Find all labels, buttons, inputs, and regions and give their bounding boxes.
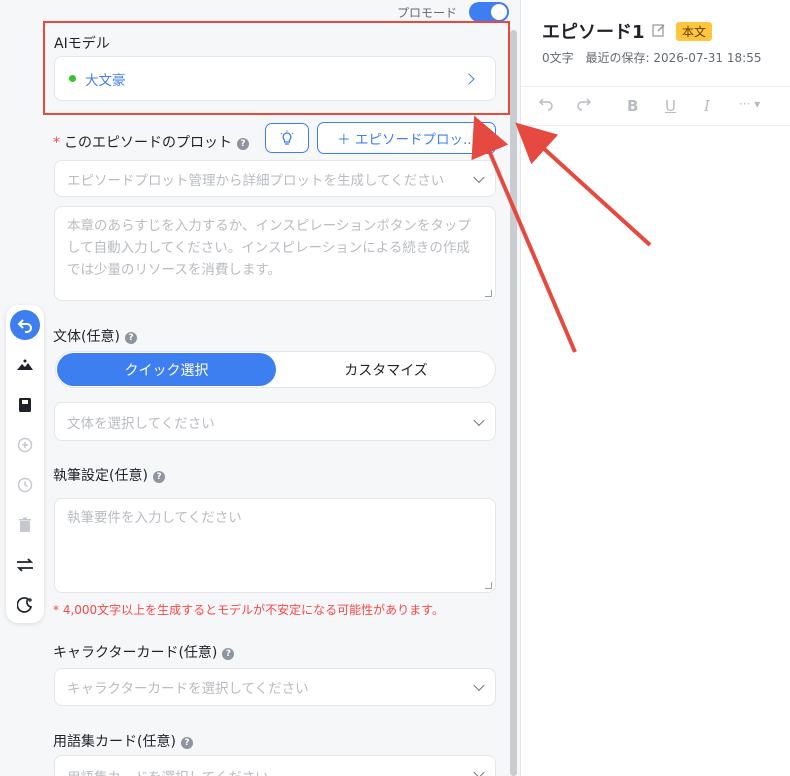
last-saved: 最近の保存: 2026-07-31 18:55 xyxy=(585,51,762,65)
italic-icon[interactable]: I xyxy=(704,97,710,115)
plot-label: * このエピソードのプロット? xyxy=(53,132,249,152)
pro-mode-label: プロモード xyxy=(397,6,458,20)
chevron-down-icon xyxy=(473,679,485,692)
moon-icon[interactable] xyxy=(10,590,40,620)
pro-mode-toggle[interactable] xyxy=(469,2,509,22)
undo-icon[interactable] xyxy=(538,97,554,115)
lightbulb-icon xyxy=(280,130,294,145)
style-select-placeholder: 文体を選択してください xyxy=(67,415,215,432)
bold-icon[interactable]: B xyxy=(627,97,638,115)
plot-select[interactable]: エピソードプロット管理から詳細プロットを生成してください xyxy=(54,160,496,197)
character-card-select[interactable]: キャラクターカードを選択してください xyxy=(54,668,496,706)
plot-textarea[interactable]: 本章のあらすじを入力するか、インスピレーションボタンをタップして自動入力してくだ… xyxy=(54,206,496,301)
chevron-down-icon xyxy=(473,766,485,776)
editor-panel: エピソード1 本文 0文字 最近の保存: 2026-07-31 18:55 B … xyxy=(521,0,790,776)
style-select[interactable]: 文体を選択してください xyxy=(54,402,496,441)
help-icon[interactable]: ? xyxy=(237,138,249,150)
style-label: 文体(任意)? xyxy=(53,326,137,346)
book-icon[interactable] xyxy=(10,390,40,420)
redo-icon[interactable] xyxy=(576,97,592,115)
glossary-card-select[interactable]: 用語集カードを選択してください xyxy=(54,755,496,776)
edit-icon[interactable] xyxy=(652,23,666,41)
character-card-placeholder: キャラクターカードを選択してください xyxy=(67,681,309,697)
plot-select-placeholder: エピソードプロット管理から詳細プロットを生成してください xyxy=(67,172,445,189)
episode-title: エピソード1 xyxy=(542,22,645,43)
toggle-knob xyxy=(491,4,507,20)
resize-handle[interactable] xyxy=(485,290,492,297)
help-icon[interactable]: ? xyxy=(180,737,193,749)
inspiration-icon[interactable] xyxy=(10,350,40,380)
glossary-card-label: 用語集カード(任意)? xyxy=(53,731,193,751)
add-episode-plot-button[interactable]: ＋ エピソードプロッ... xyxy=(317,122,496,154)
char-count: 0文字 xyxy=(542,51,574,65)
panel-scrollbar[interactable] xyxy=(510,30,517,776)
chevron-down-icon xyxy=(473,171,485,183)
tab-customize[interactable]: カスタマイズ xyxy=(276,353,496,386)
more-icon[interactable]: ··· ▾ xyxy=(739,97,760,111)
underline-icon[interactable]: U xyxy=(665,97,676,115)
chevron-down-icon xyxy=(473,414,485,426)
tool-rail xyxy=(6,305,44,623)
glossary-card-placeholder: 用語集カードを選択してください xyxy=(67,766,269,776)
add-circle-icon[interactable] xyxy=(10,430,40,460)
help-icon[interactable]: ? xyxy=(152,471,165,483)
help-icon[interactable]: ? xyxy=(222,648,235,660)
inspiration-button[interactable] xyxy=(265,123,309,153)
back-icon[interactable] xyxy=(10,310,40,340)
character-card-label: キャラクターカード(任意)? xyxy=(53,642,235,662)
swap-icon[interactable] xyxy=(10,550,40,580)
style-mode-segmented: クイック選択 カスタマイズ xyxy=(55,351,496,388)
writing-settings-textarea[interactable]: 執筆要件を入力してください xyxy=(54,498,496,593)
writing-settings-placeholder: 執筆要件を入力してください xyxy=(67,510,242,526)
annotation-highlight-box xyxy=(43,21,510,115)
writing-settings-label: 執筆設定(任意)? xyxy=(53,465,165,485)
tab-quick-select[interactable]: クイック選択 xyxy=(57,353,276,386)
resize-handle[interactable] xyxy=(485,582,492,589)
length-warning: * 4,000文字以上を生成するとモデルが不安定になる可能性があります。 xyxy=(53,603,444,617)
trash-icon[interactable] xyxy=(10,510,40,540)
history-icon[interactable] xyxy=(10,470,40,500)
content-badge: 本文 xyxy=(676,22,713,41)
editor-meta: 0文字 最近の保存: 2026-07-31 18:55 xyxy=(542,49,761,66)
plot-textarea-placeholder: 本章のあらすじを入力するか、インスピレーションボタンをタップして自動入力してくだ… xyxy=(67,218,471,278)
help-icon[interactable]: ? xyxy=(124,332,137,344)
editor-toolbar: B U I ··· ▾ xyxy=(521,86,790,126)
